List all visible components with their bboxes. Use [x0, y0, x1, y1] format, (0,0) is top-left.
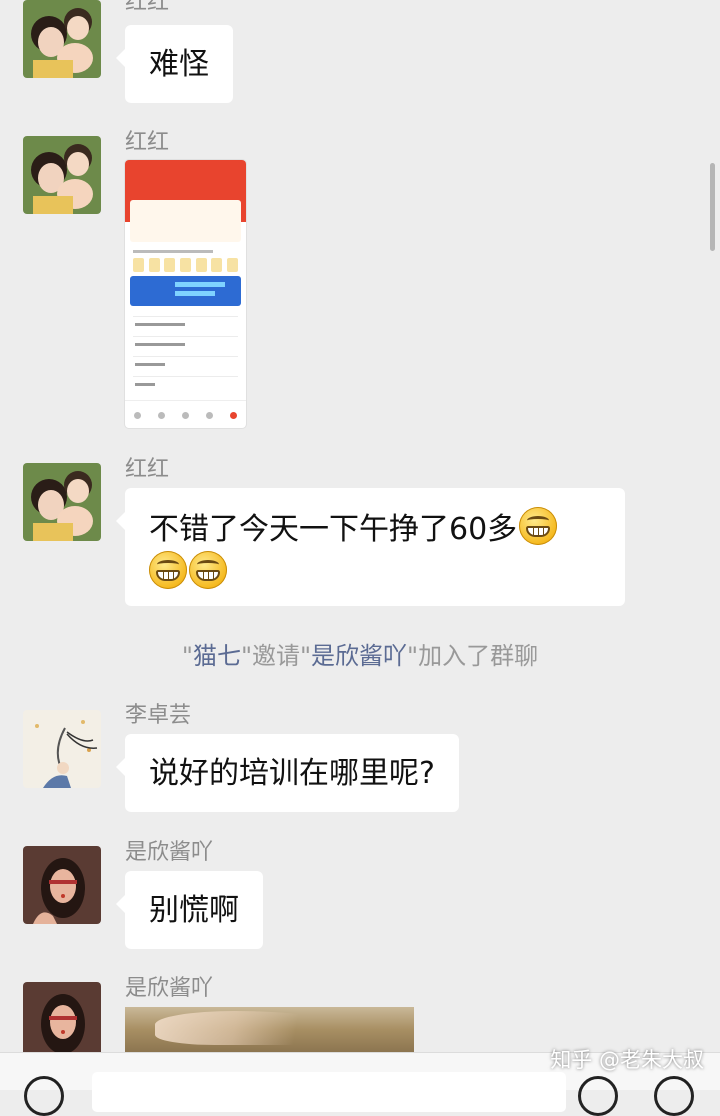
message-bubble[interactable]: 别慌啊	[116, 871, 263, 949]
screenshot-item	[135, 383, 155, 386]
screenshot-row	[133, 250, 213, 253]
avatar-li[interactable]	[23, 710, 101, 788]
message-text: 别慌啊	[149, 893, 239, 928]
image-message-app-screenshot[interactable]	[125, 160, 246, 428]
sender-name: 红红	[125, 0, 170, 15]
system-join-notice: "猫七"邀请"是欣酱吖"加入了群聊	[0, 636, 720, 671]
message-text: 说好的培训在哪里呢?	[149, 756, 435, 791]
sender-name: 李卓芸	[125, 703, 192, 728]
zhihu-watermark: 知乎 @老朱大叔	[550, 1048, 704, 1072]
screenshot-item	[135, 343, 185, 346]
plus-icon[interactable]	[654, 1076, 694, 1116]
avatar-photo-icon	[23, 846, 101, 924]
notice-text: "加入了群聊	[407, 642, 539, 670]
avatar-xin[interactable]	[23, 982, 101, 1052]
notice-text: "	[181, 642, 193, 670]
avatar-xin[interactable]	[23, 846, 101, 924]
voice-icon[interactable]	[24, 1076, 64, 1116]
screenshot-card	[130, 200, 241, 242]
scrollbar[interactable]	[710, 163, 715, 251]
sender-name: 是欣酱吖	[125, 976, 214, 1001]
message-bubble[interactable]: 不错了今天一下午挣了60多	[116, 488, 625, 606]
sender-name: 是欣酱吖	[125, 840, 214, 865]
screenshot-banner-text	[175, 280, 229, 300]
grin-emoji-icon	[149, 551, 187, 589]
sender-name: 红红	[125, 457, 170, 482]
message-input[interactable]	[92, 1072, 566, 1112]
screenshot-tabbar	[125, 400, 246, 428]
avatar-drawing-icon	[23, 710, 101, 788]
screenshot-item	[135, 323, 185, 326]
message-bubble[interactable]: 说好的培训在哪里呢?	[116, 734, 459, 812]
message-text: 不错了今天一下午挣了60多	[149, 512, 518, 547]
divider	[133, 336, 238, 337]
avatar-hong[interactable]	[23, 0, 101, 78]
notice-text: "邀请"	[240, 642, 312, 670]
avatar-hong[interactable]	[23, 136, 101, 214]
grin-emoji-icon	[519, 507, 558, 545]
message-text: 难怪	[149, 47, 209, 82]
screenshot-icons	[133, 258, 238, 278]
screenshot-item	[135, 363, 165, 366]
avatar-photo-icon	[23, 136, 101, 214]
avatar-photo-icon	[23, 463, 101, 541]
image-message-photo[interactable]	[125, 1007, 414, 1052]
avatar-photo-icon	[23, 982, 101, 1052]
invitee-name-link[interactable]: 是欣酱吖	[311, 642, 407, 670]
divider	[133, 316, 238, 317]
avatar-hong[interactable]	[23, 463, 101, 541]
emoji-icon[interactable]	[578, 1076, 618, 1116]
inviter-name-link[interactable]: 猫七	[193, 642, 241, 670]
divider	[133, 376, 238, 377]
divider	[133, 356, 238, 357]
grin-emoji-icon	[189, 551, 227, 589]
sender-name: 红红	[125, 130, 170, 155]
avatar-photo-icon	[23, 0, 101, 78]
message-bubble[interactable]: 难怪	[116, 25, 233, 103]
